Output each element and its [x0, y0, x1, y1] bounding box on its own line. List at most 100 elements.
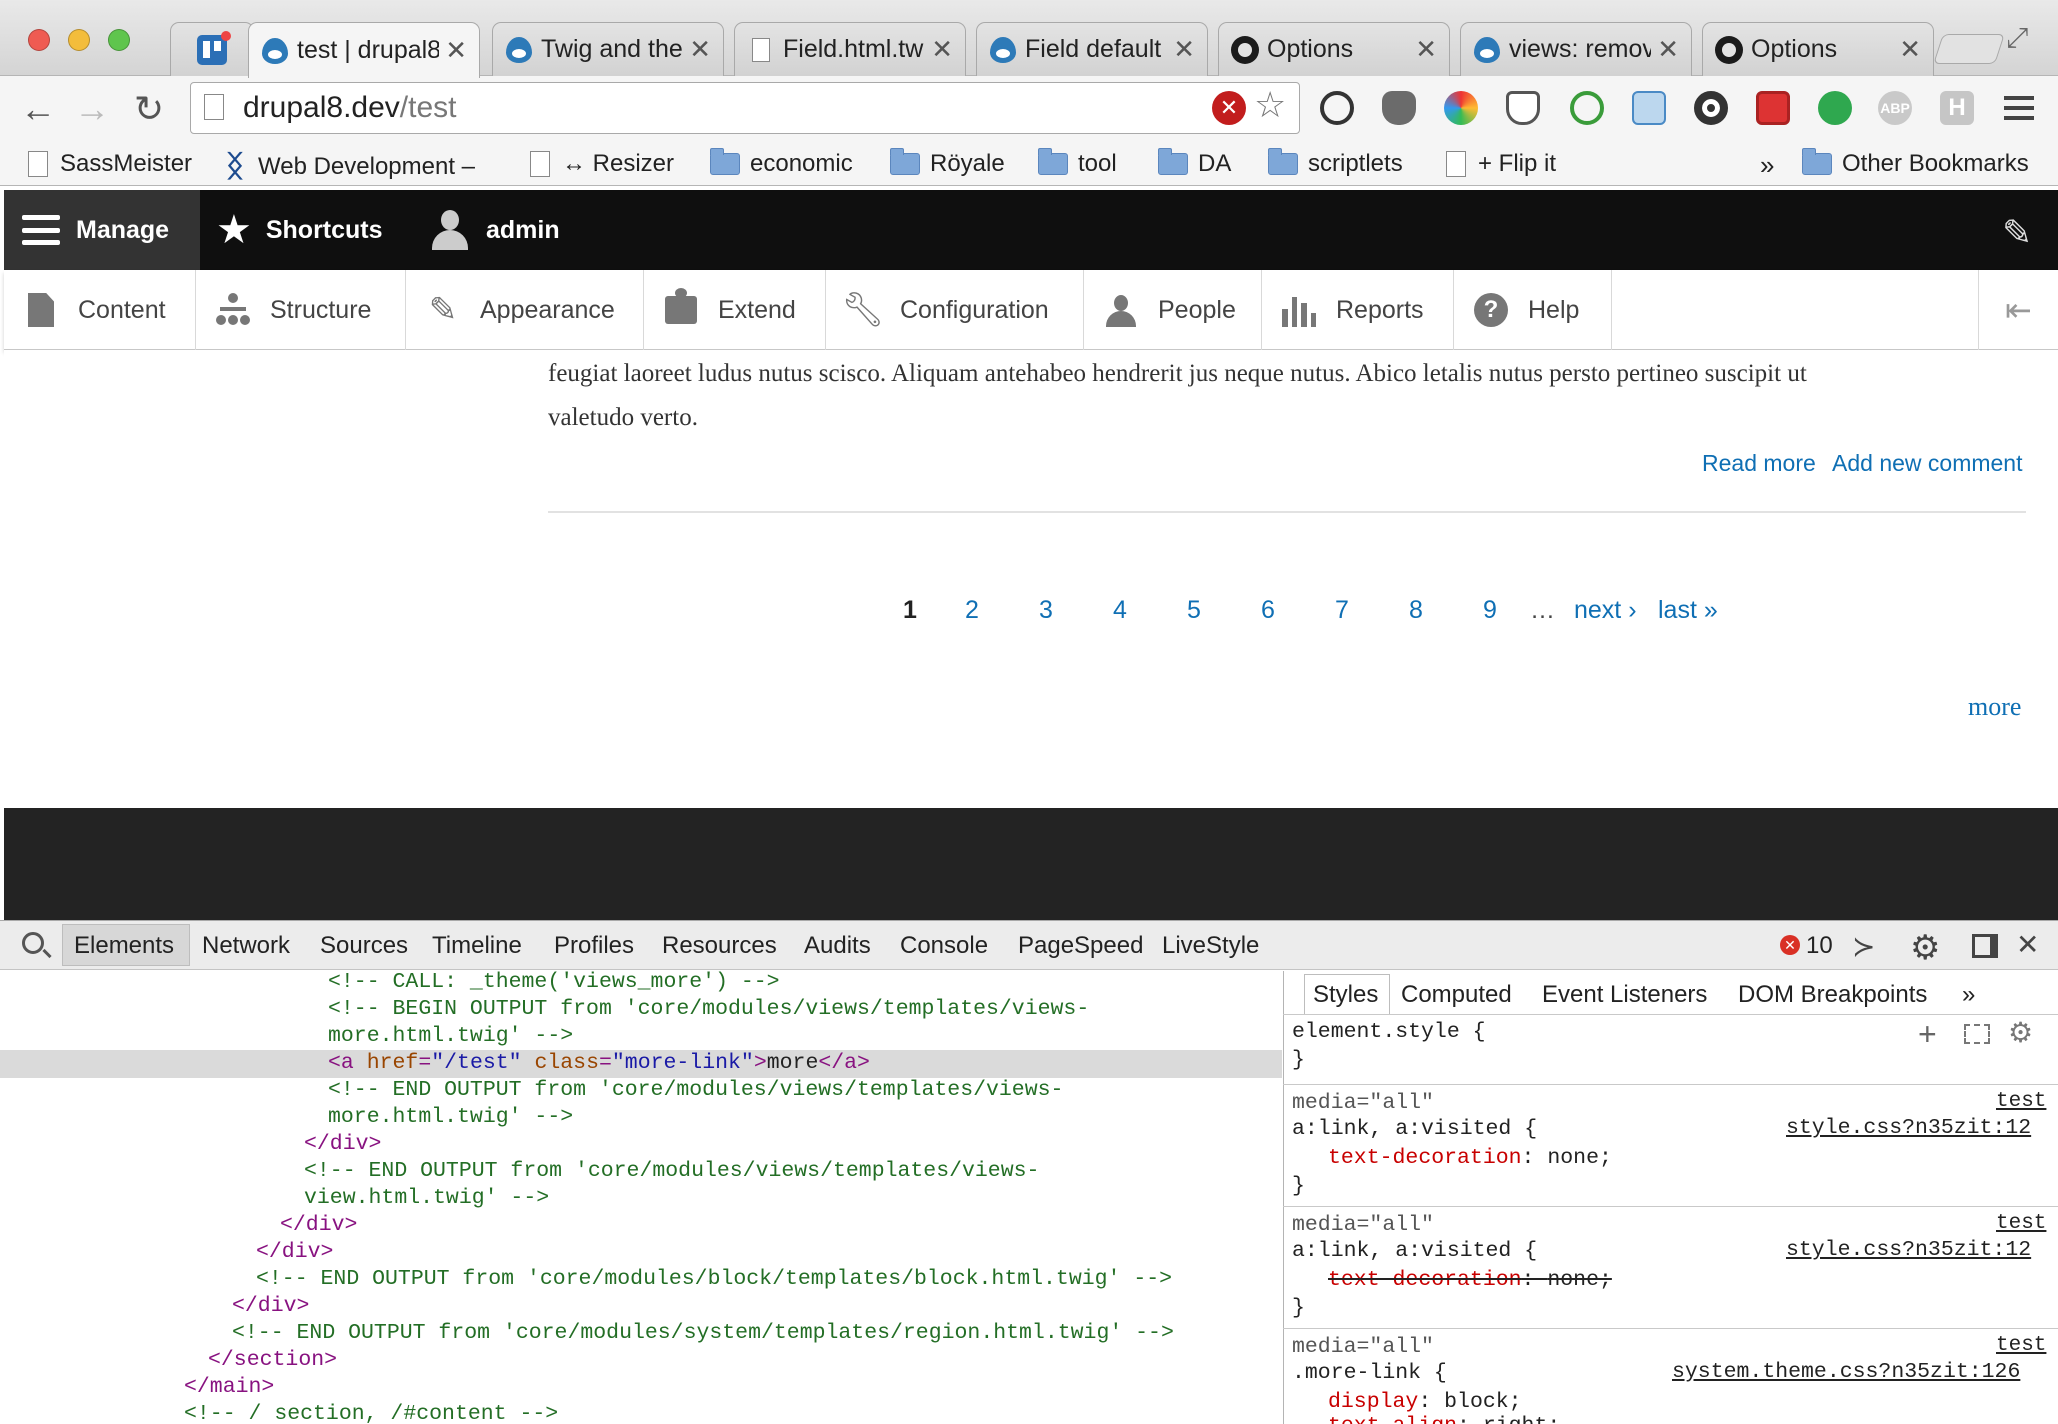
- edit-pencil-icon[interactable]: ✎: [2002, 212, 2032, 254]
- toolbar-shortcuts[interactable]: ★ Shortcuts: [216, 190, 383, 270]
- page-info-icon[interactable]: [204, 94, 224, 120]
- pager-item[interactable]: 4: [1113, 596, 1127, 625]
- bookmark-folder-tool[interactable]: tool: [1038, 148, 1117, 178]
- bookmark-folder-scriptlets[interactable]: scriptlets: [1268, 148, 1403, 178]
- tray-item-appearance[interactable]: ✎ Appearance: [406, 270, 644, 350]
- toolbar-manage[interactable]: Manage: [4, 190, 200, 270]
- dom-closing-tag[interactable]: </div>: [232, 1293, 309, 1320]
- pager-item[interactable]: 5: [1187, 596, 1201, 625]
- dom-comment[interactable]: <!-- CALL: _theme('views_more') -->: [328, 969, 780, 996]
- bookmark-star-icon[interactable]: ☆: [1254, 84, 1286, 126]
- styles-settings-gear-icon[interactable]: ⚙: [2008, 1016, 2033, 1049]
- android-extension-icon[interactable]: [1570, 91, 1604, 125]
- reload-button[interactable]: ↻: [134, 86, 164, 132]
- tab-views-remove[interactable]: views: remov ✕: [1460, 22, 1692, 76]
- back-button[interactable]: ←: [20, 86, 56, 132]
- tab-options-github-2[interactable]: Options ✕: [1702, 22, 1934, 76]
- styles-tab-overflow[interactable]: »: [1962, 981, 1975, 1009]
- rule-selector[interactable]: a:link, a:visited {: [1292, 1237, 1537, 1265]
- close-tab-icon[interactable]: ✕: [1899, 34, 1921, 65]
- pager-next[interactable]: next ›: [1574, 596, 1637, 625]
- bookmark-folder-da[interactable]: DA: [1158, 148, 1231, 178]
- search-icon[interactable]: [22, 932, 44, 954]
- dom-comment[interactable]: <!-- END OUTPUT from 'core/modules/syste…: [232, 1320, 1174, 1347]
- close-devtools-icon[interactable]: ✕: [2016, 928, 2039, 961]
- pocket-icon[interactable]: [1506, 91, 1540, 125]
- collapse-tray-icon[interactable]: ⇤: [1978, 270, 2058, 350]
- bookmark-folder-royale[interactable]: Röyale: [890, 148, 1005, 178]
- devtools-settings-gear-icon[interactable]: ⚙: [1910, 928, 1940, 968]
- more-link[interactable]: more: [1968, 692, 2021, 722]
- tray-item-structure[interactable]: Structure: [196, 270, 406, 350]
- close-tab-icon[interactable]: ✕: [689, 34, 711, 65]
- rule-origin-link[interactable]: test: [1996, 1090, 2046, 1113]
- rule-selector[interactable]: a:link, a:visited {: [1292, 1115, 1537, 1143]
- pinned-tab-trello[interactable]: [170, 22, 254, 76]
- devtools-tab-timeline[interactable]: Timeline: [432, 932, 522, 960]
- tab-options-github[interactable]: Options ✕: [1218, 22, 1450, 76]
- close-tab-icon[interactable]: ✕: [1415, 34, 1437, 65]
- devtools-tab-livestyle[interactable]: LiveStyle: [1162, 932, 1259, 960]
- dom-comment[interactable]: <!-- END OUTPUT from 'core/modules/block…: [256, 1266, 1172, 1293]
- styles-tab-styles[interactable]: Styles: [1313, 981, 1378, 1009]
- new-tab-button[interactable]: [1933, 34, 2005, 64]
- bookmark-resizer[interactable]: ↔ Resizer: [530, 150, 674, 178]
- tab-field-default[interactable]: Field default ✕: [976, 22, 1208, 76]
- dom-closing-tag[interactable]: </div>: [304, 1131, 381, 1158]
- pager-item[interactable]: 3: [1039, 596, 1053, 625]
- rule-origin-link[interactable]: test: [1996, 1212, 2046, 1235]
- pager-item[interactable]: 6: [1261, 596, 1275, 625]
- dom-closing-tag[interactable]: </section>: [208, 1347, 337, 1374]
- devtools-tab-resources[interactable]: Resources: [662, 932, 777, 960]
- style-declaration[interactable]: text-decoration: none;: [1328, 1144, 1612, 1172]
- bookmark-folder-other[interactable]: Other Bookmarks: [1802, 148, 2029, 178]
- error-count[interactable]: 10: [1806, 932, 1833, 960]
- dom-comment[interactable]: <!-- END OUTPUT from 'core/modules/views…: [304, 1158, 1039, 1185]
- rule-selector[interactable]: .more-link {: [1292, 1359, 1447, 1387]
- rule-origin-link[interactable]: test: [1996, 1334, 2046, 1357]
- devtools-tab-network[interactable]: Network: [202, 932, 290, 960]
- toggle-element-state-icon[interactable]: [1964, 1024, 1990, 1044]
- close-tab-icon[interactable]: ✕: [1657, 34, 1679, 65]
- tray-item-people[interactable]: People: [1084, 270, 1262, 350]
- sync-extension-icon[interactable]: [1320, 91, 1354, 125]
- evernote-icon[interactable]: [1382, 91, 1416, 125]
- read-more-link[interactable]: Read more: [1702, 450, 1816, 477]
- zoom-window-button[interactable]: [108, 29, 130, 51]
- hangouts-icon[interactable]: [1818, 91, 1852, 125]
- devtools-tab-pagespeed[interactable]: PageSpeed: [1018, 932, 1143, 960]
- dom-comment[interactable]: <!-- END OUTPUT from 'core/modules/views…: [328, 1077, 1063, 1104]
- fullscreen-icon[interactable]: ⤢: [2006, 22, 2028, 55]
- bookmark-flip-it[interactable]: + Flip it: [1446, 150, 1556, 178]
- tab-twig[interactable]: Twig and the ✕: [492, 22, 724, 76]
- tray-item-content[interactable]: Content: [4, 270, 196, 350]
- toolbar-user[interactable]: admin: [432, 190, 560, 270]
- error-icon[interactable]: ✕: [1780, 935, 1800, 955]
- new-style-rule-icon[interactable]: +: [1918, 1016, 1937, 1053]
- dom-closing-tag[interactable]: </main>: [184, 1374, 274, 1401]
- dom-comment[interactable]: <!-- / section, /#content -->: [184, 1401, 558, 1424]
- pager-item[interactable]: 8: [1409, 596, 1423, 625]
- pager-item[interactable]: 7: [1335, 596, 1349, 625]
- blocked-extension-icon[interactable]: ✕: [1212, 91, 1246, 125]
- bookmark-folder-economic[interactable]: economic: [710, 148, 853, 178]
- add-new-comment-link[interactable]: Add new comment: [1832, 450, 2022, 477]
- dom-closing-tag[interactable]: </div>: [280, 1212, 357, 1239]
- tray-item-configuration[interactable]: 🔧︎ Configuration: [826, 270, 1084, 350]
- bookmark-web-development[interactable]: ᛝ Web Development –: [226, 150, 475, 184]
- style-declaration[interactable]: text-align: right;: [1328, 1412, 1560, 1424]
- headers-extension-icon[interactable]: H: [1940, 91, 1974, 125]
- rule-source-link[interactable]: system.theme.css?n35zit:126: [1672, 1360, 2020, 1384]
- bookmarks-overflow-chevron[interactable]: »: [1760, 150, 1774, 181]
- minimize-window-button[interactable]: [68, 29, 90, 51]
- tab-test-drupal8[interactable]: test | drupal8 ✕: [248, 22, 480, 78]
- pager-last[interactable]: last »: [1658, 596, 1718, 625]
- devtools-tab-sources[interactable]: Sources: [320, 932, 408, 960]
- bookmark-extension-icon[interactable]: [1756, 91, 1790, 125]
- close-tab-icon[interactable]: ✕: [1173, 34, 1195, 65]
- dock-side-icon[interactable]: [1972, 934, 1998, 958]
- devtools-tab-console[interactable]: Console: [900, 932, 988, 960]
- close-tab-icon[interactable]: ✕: [931, 34, 953, 65]
- dom-node-more-link[interactable]: <a href="/test" class="more-link">more</…: [328, 1050, 870, 1077]
- console-drawer-icon[interactable]: ≻: [1852, 930, 1875, 963]
